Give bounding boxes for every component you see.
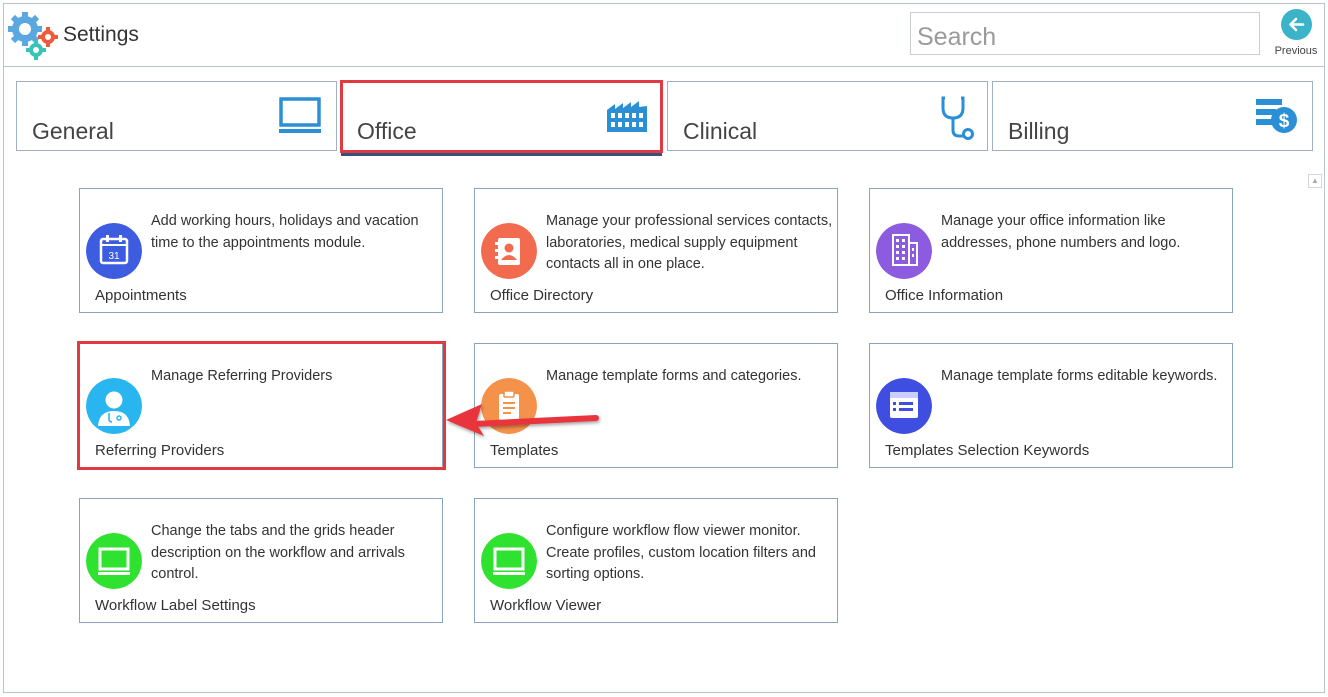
previous-label: Previous [1274,45,1318,57]
card-title: Appointments [95,287,187,304]
tab-general[interactable]: General [16,81,337,151]
tab-label: Clinical [683,118,758,144]
card-description: Change the tabs and the grids header des… [151,523,405,582]
card-templates[interactable]: Manage template forms and categories. Te… [474,343,838,468]
card-title: Workflow Viewer [490,597,602,614]
card-description: Manage template forms and categories. [546,368,802,384]
card-description: Configure workflow flow viewer monitor. … [546,523,816,582]
page-title: Settings [63,23,139,46]
card-appointments[interactable]: 31 Add working hours, holidays and vacat… [79,188,443,313]
clipboard-icon [481,378,537,434]
card-title: Templates [490,442,559,459]
card-title: Referring Providers [95,442,225,459]
monitor-icon [481,533,537,589]
card-office-information[interactable]: Manage your office information like addr… [869,188,1233,313]
back-arrow-icon [1281,9,1312,40]
card-workflow-label-settings[interactable]: Change the tabs and the grids header des… [79,498,443,623]
card-office-directory[interactable]: Manage your professional services contac… [474,188,838,313]
settings-gears-icon [8,10,60,60]
svg-text:$: $ [1279,111,1290,132]
card-description: Manage Referring Providers [151,368,333,384]
calendar-icon: 31 [86,223,142,279]
scroll-up-button[interactable]: ▲ [1308,174,1322,188]
form-list-icon [876,378,932,434]
card-title: Templates Selection Keywords [885,442,1090,459]
tab-label: Billing [1008,118,1070,144]
card-title: Office Information [885,287,1004,304]
card-description: Manage your professional services contac… [546,213,833,272]
svg-text:31: 31 [108,251,120,262]
tab-office[interactable]: Office [341,81,662,151]
card-workflow-viewer[interactable]: Configure workflow flow viewer monitor. … [474,498,838,623]
monitor-icon [86,533,142,589]
previous-button[interactable]: Previous [1272,9,1320,61]
tab-billing[interactable]: Billing $ [992,81,1313,151]
search-input[interactable] [910,12,1260,55]
card-referring-providers[interactable]: Manage Referring Providers Referring Pro… [79,343,443,468]
header-divider [3,66,1325,67]
tab-label: Office [357,118,417,144]
card-title: Office Directory [490,287,594,304]
office-building-icon [876,223,932,279]
building-icon [605,96,649,139]
doctor-icon [86,378,142,434]
card-description: Manage your office information like addr… [941,213,1181,251]
selected-tab-indicator [341,152,662,156]
card-description: Add working hours, holidays and vacation… [151,213,419,251]
card-title: Workflow Label Settings [95,597,256,614]
monitor-icon [278,96,324,141]
billing-icon: $ [1254,96,1300,141]
contact-book-icon [481,223,537,279]
card-description: Manage template forms editable keywords. [941,368,1218,384]
card-templates-selection-keywords[interactable]: Manage template forms editable keywords.… [869,343,1233,468]
stethoscope-icon [939,96,975,145]
tab-clinical[interactable]: Clinical [667,81,988,151]
tab-label: General [32,118,114,144]
